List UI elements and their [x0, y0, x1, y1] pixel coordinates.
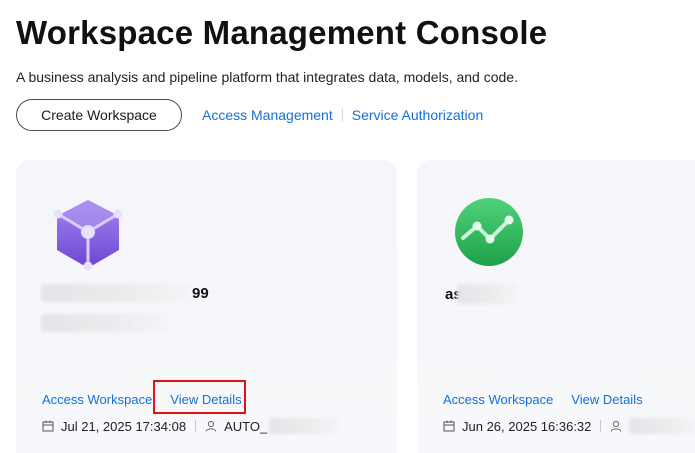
- card-meta: Jul 21, 2025 17:34:08 AUTO_: [42, 418, 340, 434]
- highlight-box: [153, 380, 246, 414]
- access-management-link[interactable]: Access Management: [202, 107, 333, 123]
- card-links: Access Workspace View Details: [443, 391, 643, 407]
- view-details-link[interactable]: View Details: [571, 392, 642, 407]
- create-workspace-button[interactable]: Create Workspace: [16, 99, 182, 131]
- created-date: Jul 21, 2025 17:34:08: [61, 418, 187, 434]
- divider: [195, 420, 197, 432]
- user-icon: [611, 420, 622, 432]
- workspace-name: 99: [192, 285, 209, 302]
- card-meta: Jun 26, 2025 16:36:32: [443, 418, 695, 434]
- workspace-name-redacted: [457, 284, 517, 304]
- service-authorization-link[interactable]: Service Authorization: [352, 107, 484, 123]
- calendar-icon: [443, 420, 455, 432]
- purple-cube-icon: [53, 200, 123, 271]
- created-date: Jun 26, 2025 16:36:32: [462, 418, 592, 434]
- workspace-card[interactable]: 99 Access Workspace View Details Jul 21,…: [16, 160, 397, 453]
- workspace-console-page: Workspace Management Console A business …: [0, 0, 695, 453]
- divider: [341, 108, 343, 122]
- user-icon: [205, 420, 217, 432]
- page-title: Workspace Management Console: [16, 14, 548, 51]
- green-chart-icon: [455, 198, 523, 266]
- page-subtitle: A business analysis and pipeline platfor…: [16, 69, 518, 85]
- access-workspace-link[interactable]: Access Workspace: [443, 392, 553, 407]
- header-actions: Create Workspace Access Management Servi…: [16, 99, 483, 131]
- owner-redacted: [629, 418, 695, 434]
- calendar-icon: [42, 420, 54, 432]
- access-workspace-link[interactable]: Access Workspace: [42, 392, 152, 407]
- workspace-card[interactable]: as Access Workspace View Details Jun 26,…: [417, 160, 695, 453]
- workspace-description-redacted: [41, 314, 169, 332]
- divider: [600, 420, 602, 432]
- owner-name: AUTO_: [224, 418, 268, 434]
- workspace-name-redacted: [41, 284, 191, 302]
- owner-redacted: [269, 418, 340, 434]
